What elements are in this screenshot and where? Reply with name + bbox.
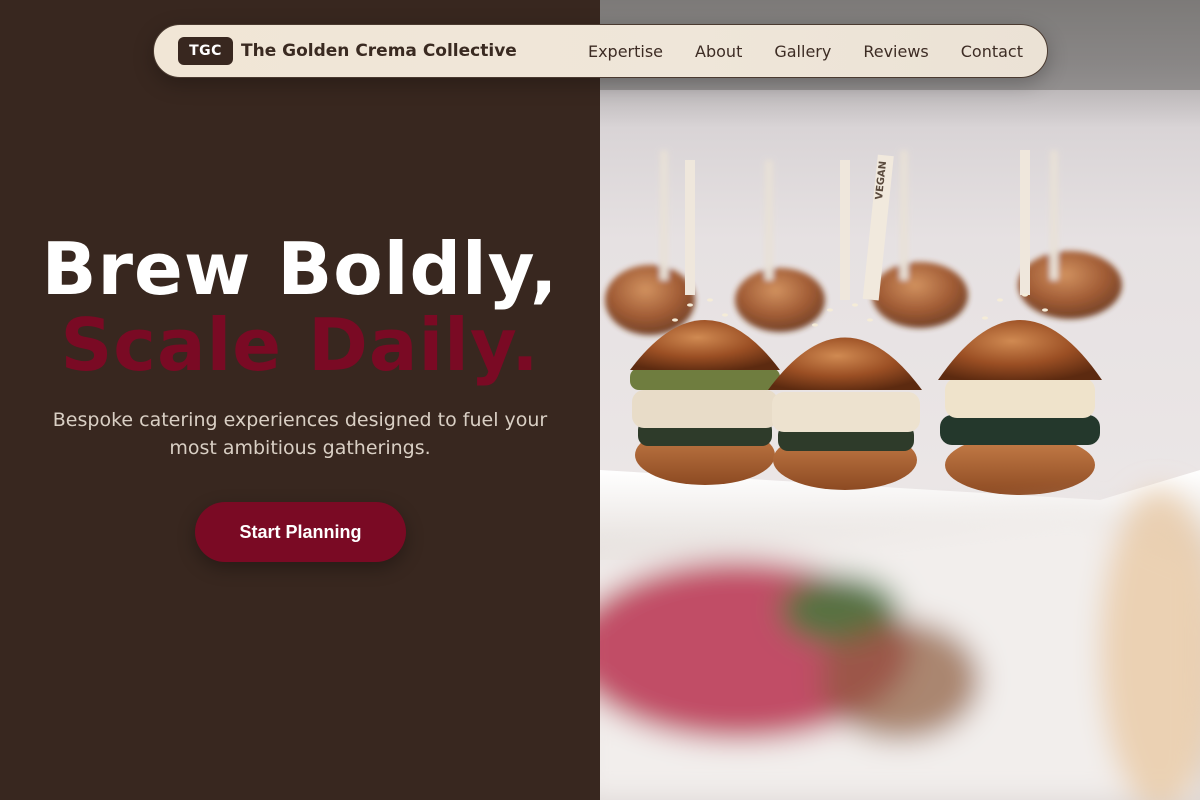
nav-link-gallery[interactable]: Gallery (774, 42, 831, 61)
nav-links: Expertise About Gallery Reviews Contact (588, 42, 1023, 61)
logo[interactable]: TGC (178, 37, 233, 65)
nav-link-reviews[interactable]: Reviews (863, 42, 928, 61)
headline-line-2: Scale Daily. (60, 302, 540, 387)
nav-link-expertise[interactable]: Expertise (588, 42, 663, 61)
brand-name[interactable]: The Golden Crema Collective (241, 41, 517, 61)
navbar: TGC The Golden Crema Collective Expertis… (153, 24, 1048, 78)
burger-sliders-illustration: VEGAN (600, 0, 1200, 800)
nav-link-about[interactable]: About (695, 42, 742, 61)
hero-left-panel (0, 0, 600, 800)
headline-line-1: Brew Boldly, (41, 227, 559, 311)
hero-image: VEGAN (600, 0, 1200, 800)
start-planning-button[interactable]: Start Planning (195, 502, 406, 562)
hero-subtitle: Bespoke catering experiences designed to… (52, 409, 548, 459)
nav-link-contact[interactable]: Contact (961, 42, 1023, 61)
hero-headline: Brew Boldly, Scale Daily. (0, 227, 600, 387)
